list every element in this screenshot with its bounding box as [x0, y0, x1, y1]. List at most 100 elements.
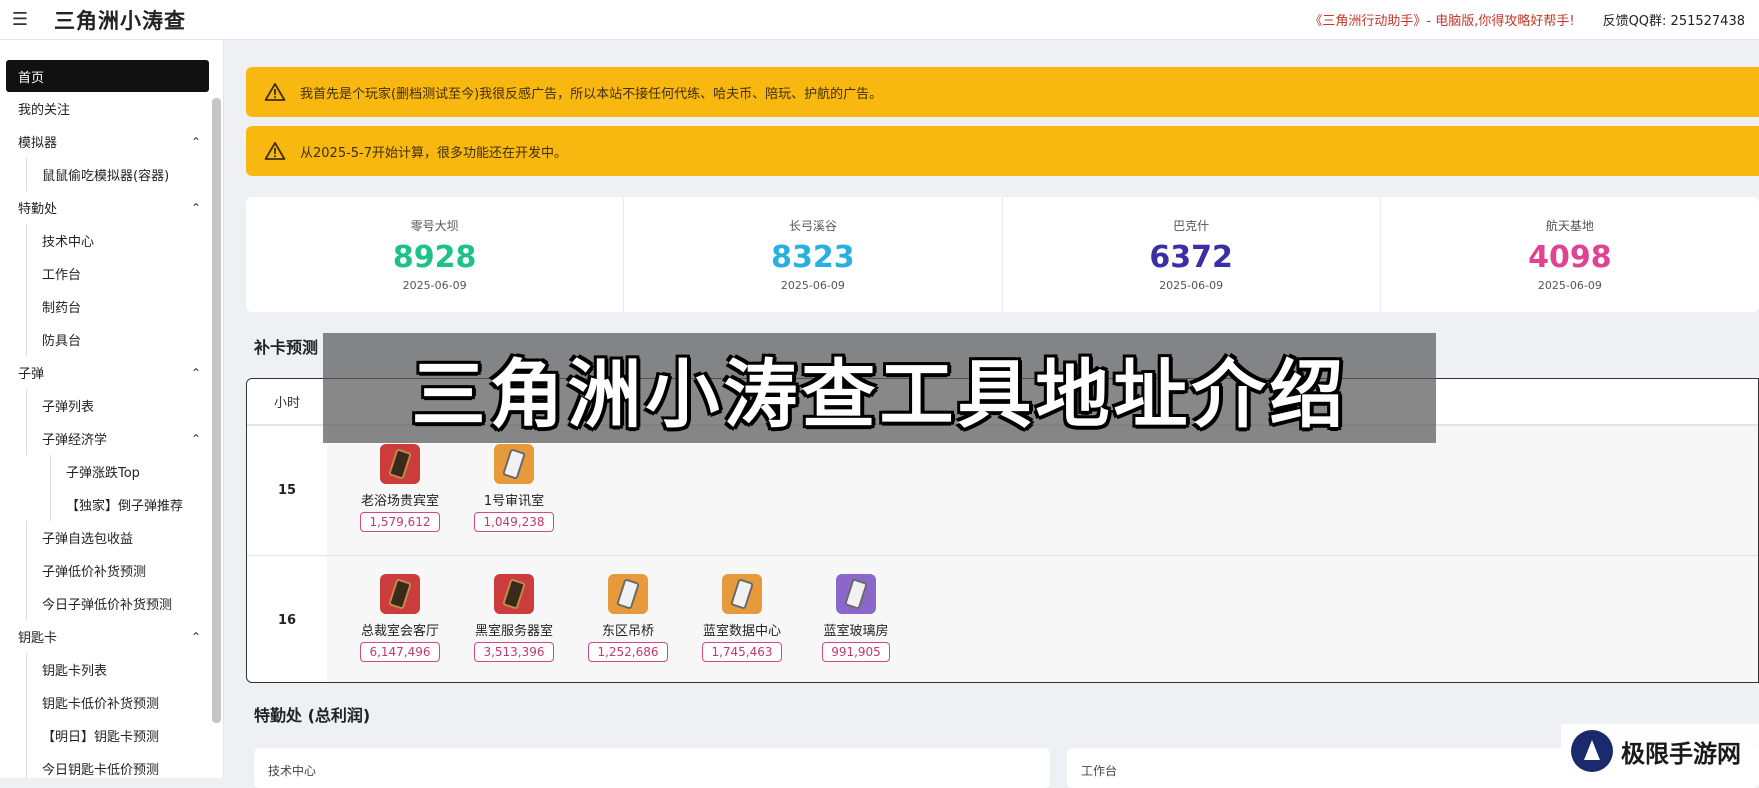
profit-card-label: 技术中心: [268, 764, 317, 778]
sidebar-item-keycard-list[interactable]: 钥匙卡列表: [0, 653, 223, 686]
alert-text: 从2025-5-7开始计算，很多功能还在开发中。: [300, 145, 568, 161]
dev-notice-alert: 从2025-5-7开始计算，很多功能还在开发中。: [246, 126, 1759, 176]
sidebar-item-label: 模拟器: [18, 136, 58, 151]
sidebar-item-keycard-today[interactable]: 今日钥匙卡低价预测: [0, 752, 223, 778]
sidebar-item-label: 【明日】钥匙卡预测: [42, 730, 160, 745]
profit-section-title: 特勤处 (总利润): [254, 706, 371, 725]
sidebar-item-keycard-restock[interactable]: 钥匙卡低价补货预测: [0, 686, 223, 719]
hour-column-header: 小时: [273, 396, 300, 411]
sidebar-item-label: 工作台: [42, 268, 82, 283]
top-bar: ☰ 三角洲小涛查 《三角洲行动助手》- 电脑版,你得攻略好帮手! 反馈QQ群: …: [0, 0, 1759, 40]
sidebar-group-ammo-economics[interactable]: 子弹经济学 ⌃: [0, 422, 223, 455]
sidebar-group-ammo[interactable]: 子弹 ⌃: [0, 356, 223, 389]
promo-link[interactable]: 《三角洲行动助手》- 电脑版,你得攻略好帮手!: [1309, 10, 1574, 29]
watermark: 极限手游网: [1561, 724, 1759, 778]
sidebar-group-keycard[interactable]: 钥匙卡 ⌃: [0, 620, 223, 653]
sidebar-item-label: 子弹低价补货预测: [42, 565, 147, 580]
sidebar-item-workbench[interactable]: 工作台: [0, 257, 223, 290]
sidebar-item-ammo-recommend[interactable]: 【独家】倒子弹推荐: [0, 488, 223, 521]
sidebar-item-ammo-pack-profit[interactable]: 子弹自选包收益: [0, 521, 223, 554]
stat-value: 6372: [1149, 240, 1233, 275]
sidebar-item-keycard-tomorrow[interactable]: 【明日】钥匙卡预测: [0, 719, 223, 752]
sidebar-item-container-simulator[interactable]: 鼠鼠偷吃模拟器(容器): [0, 158, 223, 191]
keycard-icon: [494, 444, 534, 484]
sidebar-item-tech-center[interactable]: 技术中心: [0, 224, 223, 257]
stat-date: 2025-06-09: [780, 279, 845, 292]
site-title[interactable]: 三角洲小涛查: [54, 5, 186, 35]
sidebar-item-armor-bench[interactable]: 防具台: [0, 323, 223, 356]
watermark-text: 极限手游网: [1621, 738, 1741, 768]
sidebar-scrollbar[interactable]: [212, 98, 221, 723]
hamburger-menu-icon[interactable]: ☰: [0, 0, 40, 40]
sidebar-item-label: 钥匙卡: [18, 631, 58, 646]
sidebar-group-special-ops[interactable]: 特勤处 ⌃: [0, 191, 223, 224]
item-name: 蓝室数据中心: [702, 624, 781, 639]
keycard-icon: [836, 574, 876, 614]
stat-brakkesh: 巴克什 6372 2025-06-09: [1003, 197, 1381, 312]
restock-item[interactable]: 黑室服务器室 3,513,396: [471, 574, 557, 662]
sidebar-item-ammo-restock[interactable]: 子弹低价补货预测: [0, 554, 223, 587]
item-price: 1,252,686: [588, 642, 668, 662]
keycard-icon: [608, 574, 648, 614]
sidebar-item-label: 今日子弹低价补货预测: [42, 598, 173, 613]
restock-item[interactable]: 1号审讯室 1,049,238: [471, 444, 557, 532]
row-items: 总裁室会客厅 6,147,496 黑室服务器室 3,513,396 东区吊桥 1…: [327, 556, 1758, 682]
stat-zero-dam: 零号大坝 8928 2025-06-09: [246, 197, 625, 312]
row-hour: 16: [277, 613, 297, 628]
chevron-up-icon: ⌃: [190, 134, 201, 149]
sidebar-item-label: 子弹经济学: [42, 433, 108, 448]
stat-value: 4098: [1528, 240, 1612, 275]
sidebar-item-label: 今日钥匙卡低价预测: [42, 763, 160, 778]
warning-icon: [264, 141, 286, 161]
stat-label: 航天基地: [1545, 219, 1594, 233]
sidebar-item-ammo-top[interactable]: 子弹涨跌Top: [0, 455, 223, 488]
sidebar-item-label: 子弹列表: [42, 400, 95, 415]
restock-item[interactable]: 蓝室数据中心 1,745,463: [699, 574, 785, 662]
sidebar-item-home[interactable]: 首页: [6, 60, 209, 92]
item-price: 1,049,238: [474, 512, 554, 532]
sidebar-item-label: 防具台: [42, 334, 82, 349]
stat-date: 2025-06-09: [1537, 279, 1602, 292]
profit-card-tech-center[interactable]: 技术中心: [254, 748, 1050, 788]
profit-card-label: 工作台: [1081, 764, 1118, 778]
alert-text: 我首先是个玩家(删档测试至今)我很反感广告，所以本站不接任何代练、哈夫币、陪玩、…: [300, 86, 883, 102]
sidebar-item-label: 特勤处: [18, 202, 58, 217]
stat-value: 8323: [771, 240, 855, 275]
ad-notice-alert: 我首先是个玩家(删档测试至今)我很反感广告，所以本站不接任何代练、哈夫币、陪玩、…: [246, 67, 1759, 117]
row-hour: 15: [277, 483, 297, 498]
sidebar-item-pharmacy[interactable]: 制药台: [0, 290, 223, 323]
restock-item[interactable]: 老浴场贵宾室 1,579,612: [357, 444, 443, 532]
sidebar-item-label: 钥匙卡列表: [42, 664, 108, 679]
sidebar-item-label: 子弹自选包收益: [42, 532, 134, 547]
restock-item[interactable]: 东区吊桥 1,252,686: [585, 574, 671, 662]
sidebar-nav: 首页 我的关注 模拟器 ⌃ 鼠鼠偷吃模拟器(容器) 特勤处 ⌃ 技术中心 工作台 制…: [0, 40, 223, 778]
keycard-icon: [722, 574, 762, 614]
stat-date: 2025-06-09: [1159, 279, 1224, 292]
table-row: 16 总裁室会客厅 6,147,496 黑室服务器室 3,513,396 东区吊…: [247, 555, 1758, 682]
stat-value: 8928: [392, 240, 477, 275]
item-name: 老浴场贵宾室: [360, 494, 439, 509]
item-name: 黑室服务器室: [474, 624, 553, 639]
stat-space-city: 航天基地 4098 2025-06-09: [1381, 197, 1759, 312]
sidebar-item-ammo-restock-today[interactable]: 今日子弹低价补货预测: [0, 587, 223, 620]
item-price: 6,147,496: [360, 642, 440, 662]
sidebar-item-label: 鼠鼠偷吃模拟器(容器): [42, 169, 170, 184]
sidebar: 首页 我的关注 模拟器 ⌃ 鼠鼠偷吃模拟器(容器) 特勤处 ⌃ 技术中心 工作台 制…: [0, 40, 224, 778]
chevron-up-icon: ⌃: [190, 629, 201, 644]
chevron-up-icon: ⌃: [190, 431, 201, 446]
table-row: 15 老浴场贵宾室 1,579,612 1号审讯室 1,049,238: [247, 425, 1758, 555]
stat-longbow-valley: 长弓溪谷 8323 2025-06-09: [624, 197, 1003, 312]
sidebar-item-following[interactable]: 我的关注: [0, 92, 223, 125]
row-items: 老浴场贵宾室 1,579,612 1号审讯室 1,049,238: [327, 426, 1758, 555]
sidebar-item-ammo-list[interactable]: 子弹列表: [0, 389, 223, 422]
top-right-info: 《三角洲行动助手》- 电脑版,你得攻略好帮手! 反馈QQ群: 251527438: [1309, 10, 1759, 29]
item-name: 1号审讯室: [483, 494, 545, 509]
chevron-up-icon: ⌃: [190, 365, 201, 380]
sidebar-item-label: 子弹涨跌Top: [66, 466, 140, 481]
item-price: 1,579,612: [360, 512, 440, 532]
stat-label: 长弓溪谷: [788, 219, 837, 233]
item-name: 东区吊桥: [601, 624, 654, 639]
restock-item[interactable]: 总裁室会客厅 6,147,496: [357, 574, 443, 662]
restock-item[interactable]: 蓝室玻璃房 991,905: [813, 574, 899, 662]
sidebar-group-simulator[interactable]: 模拟器 ⌃: [0, 125, 223, 158]
